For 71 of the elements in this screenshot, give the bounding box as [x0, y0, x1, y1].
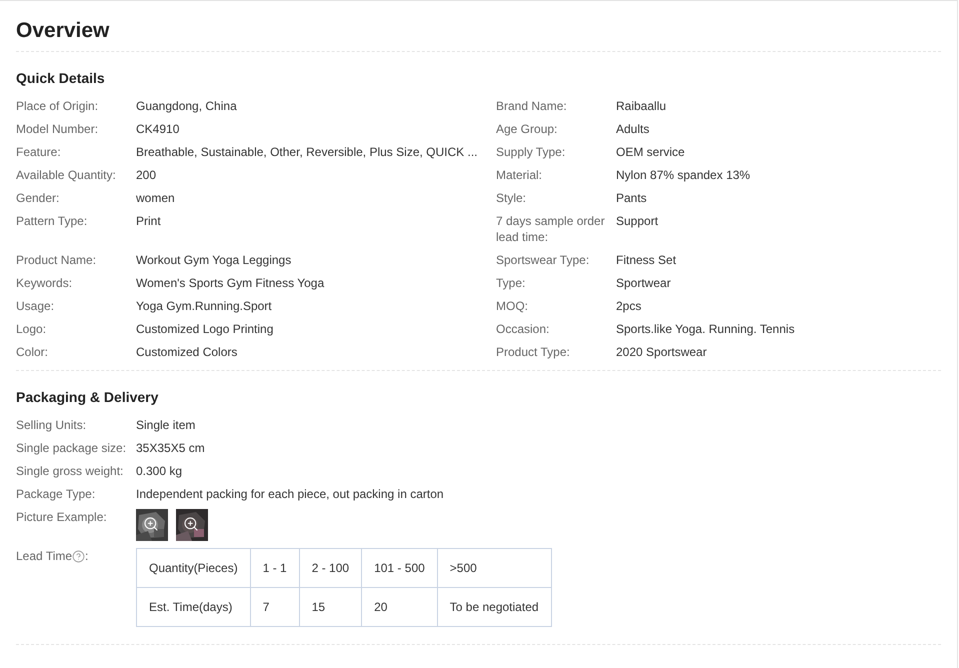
page-title: Overview: [16, 19, 941, 52]
detail-label: Model Number:: [16, 121, 100, 137]
detail-label: Style:: [496, 190, 528, 206]
detail-label: Lead Time: [16, 548, 72, 564]
table-cell: 7: [250, 588, 300, 626]
zoom-icon[interactable]: [183, 516, 199, 532]
table-cell: 20: [362, 588, 438, 626]
detail-label: Pattern Type:: [16, 213, 88, 230]
colon: :: [85, 548, 88, 564]
detail-label: Selling Units:: [16, 417, 88, 433]
detail-label: Product Name:: [16, 252, 98, 268]
detail-label: Occasion:: [496, 321, 550, 337]
detail-value: Support: [616, 213, 660, 230]
detail-label: Age Group:: [496, 121, 558, 137]
detail-label: Available Quantity:: [16, 167, 117, 183]
table-cell: To be negotiated: [437, 588, 552, 626]
detail-label: Single gross weight:: [16, 463, 124, 479]
detail-label: Usage:: [16, 298, 56, 314]
detail-value: Guangdong, China: [136, 98, 238, 114]
detail-value: Sports.like Yoga. Running. Tennis: [616, 321, 796, 337]
detail-value: Breathable, Sustainable, Other, Reversible, Plus Size, QUICK ...: [136, 144, 478, 160]
detail-value: Print: [136, 213, 162, 230]
detail-label: Color:: [16, 344, 50, 360]
detail-label: 7 days sample order lead time:: [496, 213, 606, 245]
detail-label: Feature:: [16, 144, 62, 160]
detail-label: Type:: [496, 275, 526, 291]
detail-value: CK4910: [136, 121, 180, 137]
section-title: Quick Details: [16, 70, 106, 86]
detail-label: Logo:: [16, 321, 48, 337]
detail-value: Adults: [616, 121, 650, 137]
section-title: Packaging & Delivery: [16, 389, 160, 405]
zoom-icon[interactable]: [143, 516, 159, 532]
table-cell: >500: [437, 548, 552, 588]
table-cell: 2 - 100: [299, 548, 362, 588]
detail-label: Package Type:: [16, 486, 96, 502]
detail-label: Sportswear Type:: [496, 252, 590, 268]
detail-value: Yoga Gym.Running.Sport: [136, 298, 273, 314]
detail-label: Gender:: [16, 190, 60, 206]
detail-value: women: [136, 190, 176, 206]
detail-label: Supply Type:: [496, 144, 566, 160]
detail-value: Raibaallu: [616, 98, 668, 114]
detail-value: Single item: [136, 417, 196, 433]
detail-value: 2020 Sportswear: [616, 344, 708, 360]
table-cell: Quantity(Pieces): [136, 548, 250, 588]
detail-value: Pants: [616, 190, 648, 206]
table-cell: 101 - 500: [362, 548, 438, 588]
detail-label: Material:: [496, 167, 544, 183]
table-cell: 1 - 1: [250, 548, 300, 588]
detail-value: 200: [136, 167, 158, 183]
detail-value: Women's Sports Gym Fitness Yoga: [136, 275, 326, 291]
help-icon[interactable]: [72, 550, 86, 563]
detail-label: Picture Example:: [16, 509, 108, 526]
detail-label: MOQ:: [496, 298, 529, 314]
detail-label: Place of Origin:: [16, 98, 100, 114]
detail-value: 0.300 kg: [136, 463, 184, 479]
detail-value: Workout Gym Yoga Leggings: [136, 252, 292, 268]
detail-value: Customized Logo Printing: [136, 321, 274, 337]
detail-value: Customized Colors: [136, 344, 238, 360]
detail-value: Sportwear: [616, 275, 672, 291]
table-cell: Est. Time(days): [136, 588, 250, 626]
table-cell: 15: [299, 588, 362, 626]
detail-value: 2pcs: [616, 298, 642, 314]
detail-value: Independent packing for each piece, out packing in carton: [136, 486, 445, 502]
detail-value: 35X35X5 cm: [136, 440, 206, 456]
detail-label: Single package size:: [16, 440, 128, 456]
detail-label: Brand Name:: [496, 98, 568, 114]
detail-label: Product Type:: [496, 344, 571, 360]
detail-value: Fitness Set: [616, 252, 678, 268]
detail-value: Nylon 87% spandex 13%: [616, 167, 752, 183]
detail-value: OEM service: [616, 144, 686, 160]
detail-label: Keywords:: [16, 275, 74, 291]
